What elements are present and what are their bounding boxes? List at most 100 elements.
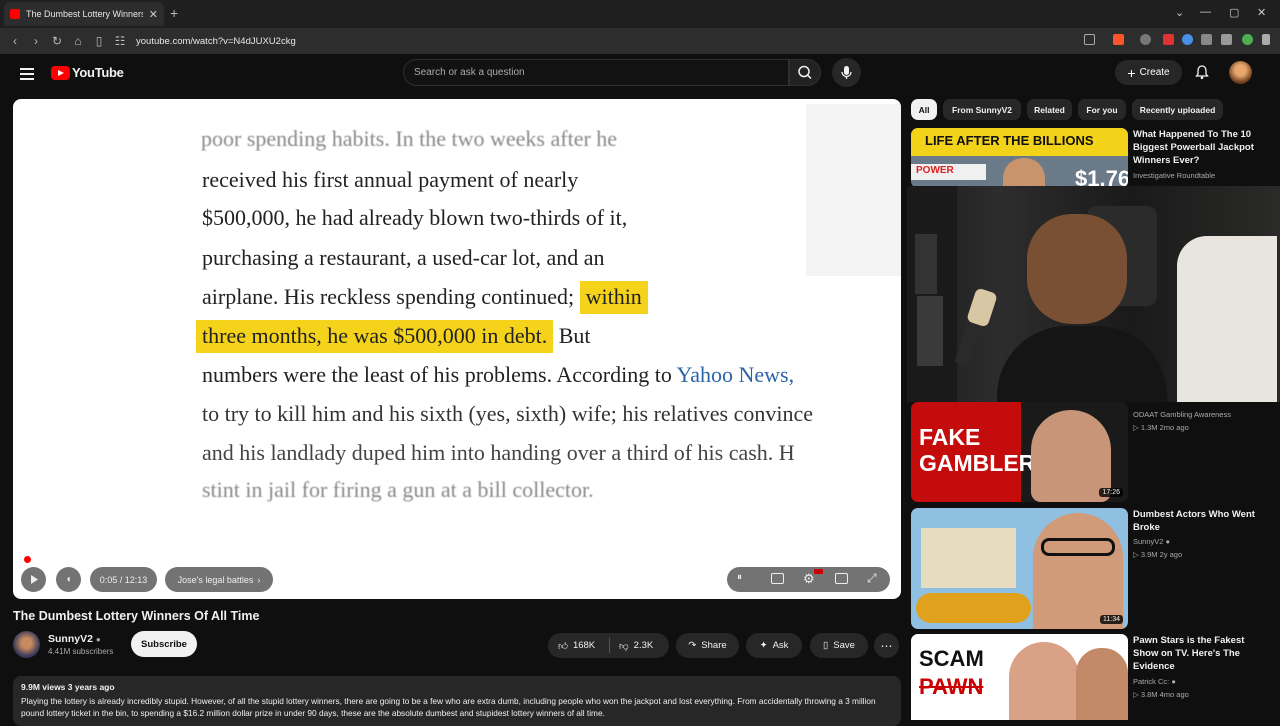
wallet-icon[interactable] [1242, 34, 1253, 45]
recommended-title[interactable]: Dumbest Actors Who Went Broke [1133, 508, 1268, 534]
thumbnail-text: LIFE AFTER THE BILLIONS [925, 133, 1094, 148]
article-line: and his landlady duped him into handing … [202, 440, 795, 465]
article-line: stint in jail for firing a gun at a bill… [202, 477, 594, 502]
channel-text: SunnyV2 [1133, 537, 1164, 546]
article-line: But [558, 323, 591, 348]
maximize-icon[interactable]: ▢ [1229, 6, 1239, 19]
play-icon [30, 575, 38, 584]
mute-button[interactable]: ◖ [56, 567, 81, 592]
notifications-bell-icon[interactable] [1194, 64, 1210, 80]
vpn-icon[interactable] [1182, 34, 1193, 45]
search-icon [798, 65, 812, 80]
recommended-channel[interactable]: Investigative Roundtable [1133, 169, 1215, 182]
cast-icon[interactable] [1084, 34, 1095, 45]
close-window-icon[interactable]: ✕ [1257, 6, 1266, 19]
like-dislike-group: 👍︎ 168K 👎︎ 2.3K [548, 633, 669, 658]
video-thumbnail[interactable]: LIFE AFTER THE BILLIONS POWER $1.76 [911, 128, 1128, 188]
video-duration: 17:26 [1099, 488, 1123, 497]
bookmark-icon[interactable]: ▯ [93, 34, 105, 48]
divider [609, 638, 610, 653]
save-label: Save [833, 640, 855, 651]
channel-name-text: SunnyV2 [48, 633, 93, 645]
youtube-logo-text[interactable]: YouTube [72, 65, 124, 80]
reload-icon[interactable]: ↻ [51, 34, 63, 48]
thumbnail-text: FAKE GAMBLER [919, 424, 1036, 476]
tab-list-icon[interactable]: ⌄ [1175, 6, 1184, 19]
captions-icon[interactable] [771, 573, 784, 584]
user-avatar[interactable] [1229, 61, 1252, 84]
home-icon[interactable]: ⌂ [72, 34, 84, 48]
share-button[interactable]: ↷ Share [676, 633, 739, 658]
brave-shield-icon[interactable] [1113, 34, 1124, 45]
chip-all[interactable]: All [911, 99, 937, 120]
like-button[interactable]: 👍︎ 168K [558, 633, 595, 658]
highlighted-text: within [579, 281, 648, 314]
search-input[interactable]: Search or ask a question [403, 59, 789, 86]
thumbnail-text: PAWN [919, 674, 984, 699]
thumbs-up-icon: 👍︎ [558, 640, 568, 652]
video-thumbnail[interactable]: SCAM PAWN [911, 634, 1128, 720]
chapter-button[interactable]: Jose's legal battles › [165, 567, 273, 592]
dislike-button[interactable]: 👎︎ 2.3K [619, 633, 653, 658]
youtube-logo-icon[interactable] [51, 66, 70, 80]
views-and-date: 9.9M views 3 years ago [21, 682, 115, 692]
hamburger-menu-icon[interactable] [20, 68, 34, 83]
thumbnail-text: POWER [916, 165, 954, 176]
youtube-favicon-icon [10, 9, 20, 19]
recommended-channel[interactable]: Patrick Cc: ● [1133, 675, 1176, 688]
menu-icon[interactable] [1262, 34, 1270, 45]
browser-tab[interactable]: The Dumbest Lottery Winners Of All Time … [4, 2, 164, 26]
video-player[interactable]: poor spending habits. In the two weeks a… [13, 99, 901, 599]
chevron-right-icon: › [257, 574, 261, 585]
url-field[interactable]: youtube.com/watch?v=N4dJUXU2ckg [136, 36, 296, 47]
chip-from-sunnyv2[interactable]: From SunnyV2 [943, 99, 1021, 120]
recommended-channel[interactable]: ODAAT Gambling Awareness [1133, 408, 1231, 421]
minimize-icon[interactable]: — [1200, 6, 1211, 18]
channel-avatar[interactable] [13, 631, 40, 658]
extensions-icon[interactable] [1201, 34, 1212, 45]
save-button[interactable]: ▯ Save [810, 633, 868, 658]
create-label: Create [1139, 67, 1170, 78]
video-thumbnail[interactable]: 11:34 [911, 508, 1128, 629]
forward-icon[interactable]: › [30, 34, 42, 48]
chip-recently-uploaded[interactable]: Recently uploaded [1132, 99, 1223, 120]
subscribe-button[interactable]: Subscribe [131, 631, 197, 657]
create-button[interactable]: + Create [1115, 60, 1182, 85]
recommended-channel[interactable]: SunnyV2 ● [1133, 535, 1170, 548]
thumbnail-text: $1.76 [1075, 166, 1128, 188]
voice-search-button[interactable] [832, 58, 861, 87]
thumbs-down-icon: 👎︎ [619, 640, 629, 652]
streamer-webcam-overlay [907, 186, 1280, 402]
site-info-icon[interactable]: ☷ [114, 34, 126, 48]
video-thumbnail[interactable]: FAKE GAMBLER 17:26 [911, 402, 1128, 502]
verified-icon: ● [1165, 537, 1171, 546]
recommended-title[interactable]: Pawn Stars is the Fakest Show on TV. Her… [1133, 634, 1268, 673]
recommended-title[interactable]: What Happened To The 10 Biggest Powerbal… [1133, 128, 1268, 167]
channel-name[interactable]: SunnyV2 ● [48, 633, 101, 645]
highlighted-text: three months, he was $500,000 in debt. [196, 320, 554, 353]
back-icon[interactable]: ‹ [9, 34, 21, 48]
close-tab-icon[interactable]: ✕ [149, 8, 158, 21]
more-actions-button[interactable]: ⋯ [874, 633, 899, 658]
video-duration: 11:34 [1100, 615, 1123, 624]
time-display: 0:05 / 12:13 [90, 567, 157, 592]
new-tab-icon[interactable]: + [170, 5, 178, 21]
autoplay-toggle-icon[interactable]: ⏸ [737, 572, 742, 583]
music-icon[interactable] [1221, 34, 1232, 45]
chip-related[interactable]: Related [1027, 99, 1072, 120]
recommended-meta: ▷ 3.9M 2y ago [1133, 550, 1183, 559]
extension-icon[interactable] [1140, 34, 1151, 45]
description-text: Playing the lottery is already incredibl… [21, 696, 876, 718]
description-box[interactable]: 9.9M views 3 years ago Playing the lotte… [13, 676, 901, 726]
fullscreen-icon[interactable]: ⤢ [867, 571, 877, 586]
extension-icon[interactable] [1163, 34, 1174, 45]
search-button[interactable] [789, 59, 821, 86]
recommended-meta: ▷ 1.3M 2mo ago [1133, 423, 1189, 432]
hd-badge [814, 569, 823, 574]
progress-bar[interactable] [13, 558, 895, 561]
play-button[interactable] [21, 567, 46, 592]
theater-mode-icon[interactable] [835, 573, 848, 584]
ask-button[interactable]: ✦ Ask [746, 633, 802, 658]
chip-for-you[interactable]: For you [1078, 99, 1126, 120]
settings-gear-icon[interactable]: ⚙ [803, 571, 815, 587]
